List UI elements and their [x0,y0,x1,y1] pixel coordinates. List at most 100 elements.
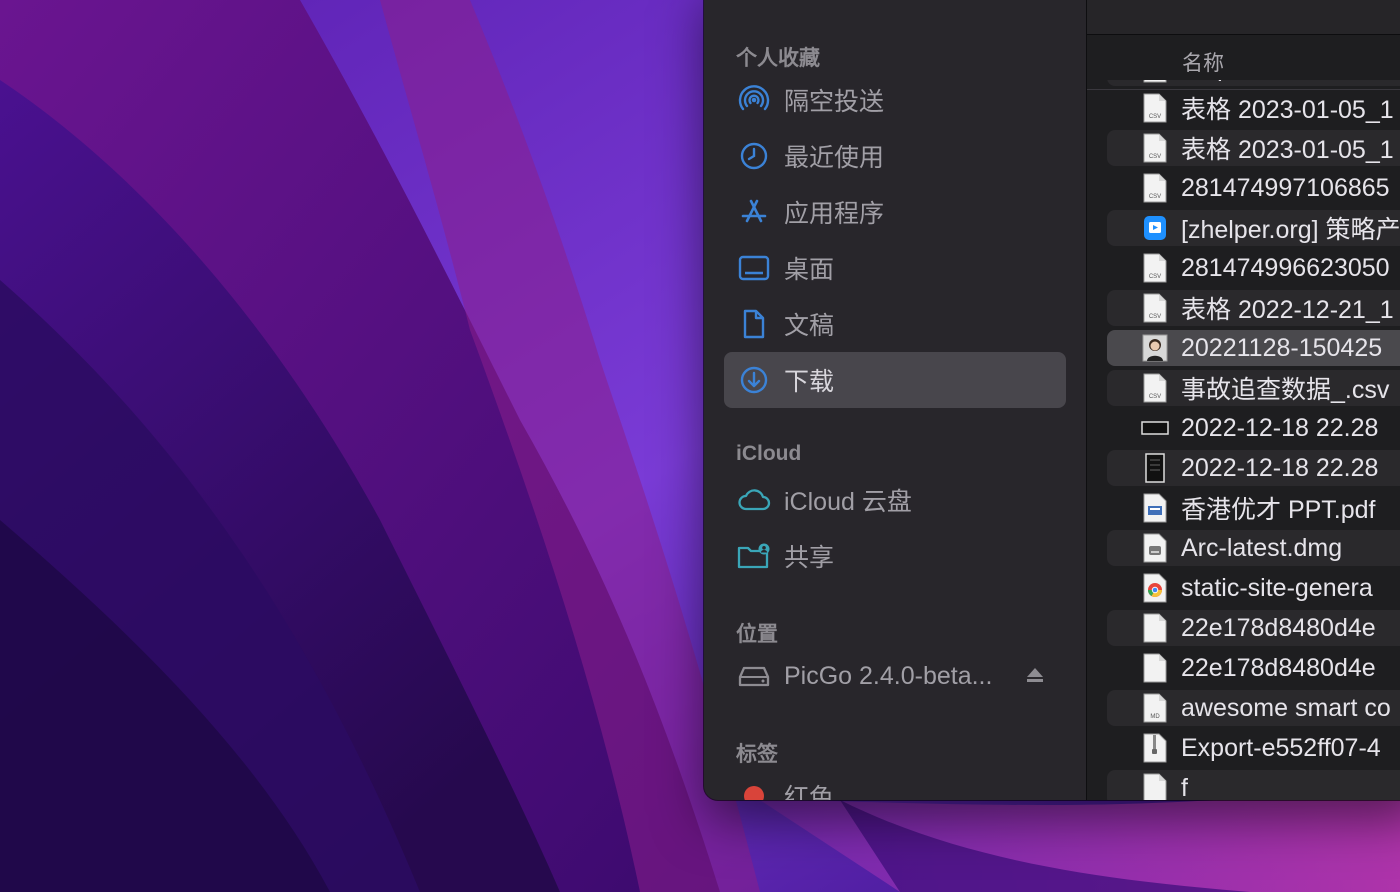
csv-file-icon: CSV [1141,373,1169,403]
csv-file-icon: CSV [1141,93,1169,123]
file-row[interactable]: Export-e552ff07-4 [1107,730,1400,766]
file-list-pane: 名称 Snipaste-Mac-2.8CSV表格 2023-01-05_1CSV… [1087,0,1400,800]
sidebar-item-shared[interactable]: 共享 [724,528,1066,584]
file-name: 20221128-150425 [1181,333,1383,362]
csv-file-icon: CSV [1141,173,1169,203]
file-name: 22e178d8480d4e [1181,613,1376,642]
sidebar: 个人收藏 隔空投送 最近使用 应用程序 桌面 文稿 下载 iCloud iClo… [704,0,1087,800]
toolbar [1087,0,1400,35]
file-name: 2022-12-18 22.28 [1181,413,1379,442]
svg-text:CSV: CSV [1149,314,1161,320]
disk-image-icon [1141,80,1169,83]
section-header-tags: 标签 [736,743,778,766]
file-name: 22e178d8480d4e [1181,653,1376,682]
file-row[interactable]: 2022-12-18 22.28 [1107,410,1400,446]
file-row[interactable]: 22e178d8480d4e [1107,610,1400,646]
screenshot-tall-icon [1141,453,1169,483]
file-row[interactable]: CSV 表格 2022-12-21_1 [1107,290,1400,326]
sidebar-item-label: 文稿 [784,312,835,340]
clock-icon [736,138,772,174]
file-name: 香港优才 PPT.pdf [1181,496,1376,524]
sidebar-item-applications[interactable]: 应用程序 [724,184,1066,240]
file-row[interactable]: f [1107,770,1400,800]
zip-file-icon [1141,733,1169,763]
svg-text:CSV: CSV [1149,114,1161,120]
disk-image-icon [1141,533,1169,563]
eject-icon[interactable] [1024,664,1046,691]
markdown-file-icon: MD [1141,693,1169,723]
column-header-label: 名称 [1182,52,1224,75]
section-header-locations: 位置 [736,623,778,646]
download-icon [736,362,772,398]
section-header-icloud: iCloud [736,442,802,465]
svg-text:CSV: CSV [1149,394,1161,400]
file-row[interactable]: CSV 281474997106865 [1107,170,1400,206]
file-rows: Snipaste-Mac-2.8 CSV 表格 2023-01-05_1 CSV 表格 … [1087,80,1400,800]
file-name: 2022-12-18 22.28 [1181,453,1379,482]
file-row[interactable]: CSV 表格 2023-01-05_1 [1107,130,1400,166]
csv-file-icon: CSV [1141,253,1169,283]
file-row[interactable]: static-site-genera [1107,570,1400,606]
sidebar-item-label: 下载 [784,368,835,396]
svg-text:MD: MD [1150,714,1160,720]
file-name: 表格 2023-01-05_1 [1181,96,1394,124]
airdrop-icon [736,82,772,118]
sidebar-item-tag-red[interactable]: 红色 [724,768,1066,800]
file-row[interactable]: [zhelper.org] 策略产 [1107,210,1400,246]
finder-window: 个人收藏 隔空投送 最近使用 应用程序 桌面 文稿 下载 iCloud iClo… [704,0,1400,800]
file-name: 事故追查数据_.csv [1181,376,1390,404]
file-row[interactable]: CSV 事故追查数据_.csv [1107,370,1400,406]
file-name: [zhelper.org] 策略产 [1181,216,1400,244]
sidebar-item-recents[interactable]: 最近使用 [724,128,1066,184]
file-row[interactable]: CSV 表格 2023-01-05_1 [1107,90,1400,126]
applications-icon [736,194,772,230]
file-name: Export-e552ff07-4 [1181,733,1381,762]
csv-file-icon: CSV [1141,293,1169,323]
blank-file-icon [1141,773,1169,800]
screenshot-wide-icon [1141,413,1169,443]
file-row[interactable]: Snipaste-Mac-2.8 [1107,80,1400,86]
sidebar-item-icloud-drive[interactable]: iCloud 云盘 [724,472,1066,528]
file-name: static-site-genera [1181,573,1373,602]
sidebar-item-label: PicGo 2.4.0-beta... [784,661,993,690]
sidebar-item-picgo-volume[interactable]: PicGo 2.4.0-beta... [724,648,1066,704]
sidebar-item-desktop[interactable]: 桌面 [724,240,1066,296]
tag-dot-icon [736,778,772,800]
svg-text:CSV: CSV [1149,154,1161,160]
file-name: f [1181,773,1188,801]
sidebar-item-label: 隔空投送 [784,88,885,116]
drive-icon [736,658,772,694]
file-row[interactable]: 香港优才 PPT.pdf [1107,490,1400,526]
file-name: 表格 2023-01-05_1 [1181,136,1394,164]
shared-folder-icon [736,538,772,574]
file-row[interactable]: 20221128-150425 [1107,330,1400,366]
file-name: 表格 2022-12-21_1 [1181,296,1394,324]
pdf-file-icon [1141,493,1169,523]
sidebar-item-documents[interactable]: 文稿 [724,296,1066,352]
file-row[interactable]: 2022-12-18 22.28 [1107,450,1400,486]
sidebar-item-label: 桌面 [784,256,835,284]
file-name: Arc-latest.dmg [1181,533,1343,562]
sidebar-item-label: iCloud 云盘 [784,488,912,516]
sidebar-item-downloads[interactable]: 下载 [724,352,1066,408]
sidebar-item-label: 共享 [784,544,835,572]
csv-file-icon: CSV [1141,133,1169,163]
desktop-icon [736,250,772,286]
file-row[interactable]: Arc-latest.dmg [1107,530,1400,566]
svg-text:CSV: CSV [1149,194,1161,200]
photo-thumbnail-icon [1141,333,1169,363]
file-name: awesome smart co [1181,693,1391,722]
section-header-favorites: 个人收藏 [736,47,820,70]
svg-text:CSV: CSV [1149,274,1161,280]
sidebar-item-label: 红色 [784,784,835,800]
chrome-file-icon [1141,573,1169,603]
cloud-icon [736,482,772,518]
ebook-file-icon [1141,213,1169,243]
file-row[interactable]: CSV 281474996623050 [1107,250,1400,286]
blank-file-icon [1141,653,1169,683]
sidebar-item-airdrop[interactable]: 隔空投送 [724,72,1066,128]
document-icon [736,306,772,342]
file-row[interactable]: MD awesome smart co [1107,690,1400,726]
file-name: 281474997106865 [1181,173,1390,202]
file-row[interactable]: 22e178d8480d4e [1107,650,1400,686]
